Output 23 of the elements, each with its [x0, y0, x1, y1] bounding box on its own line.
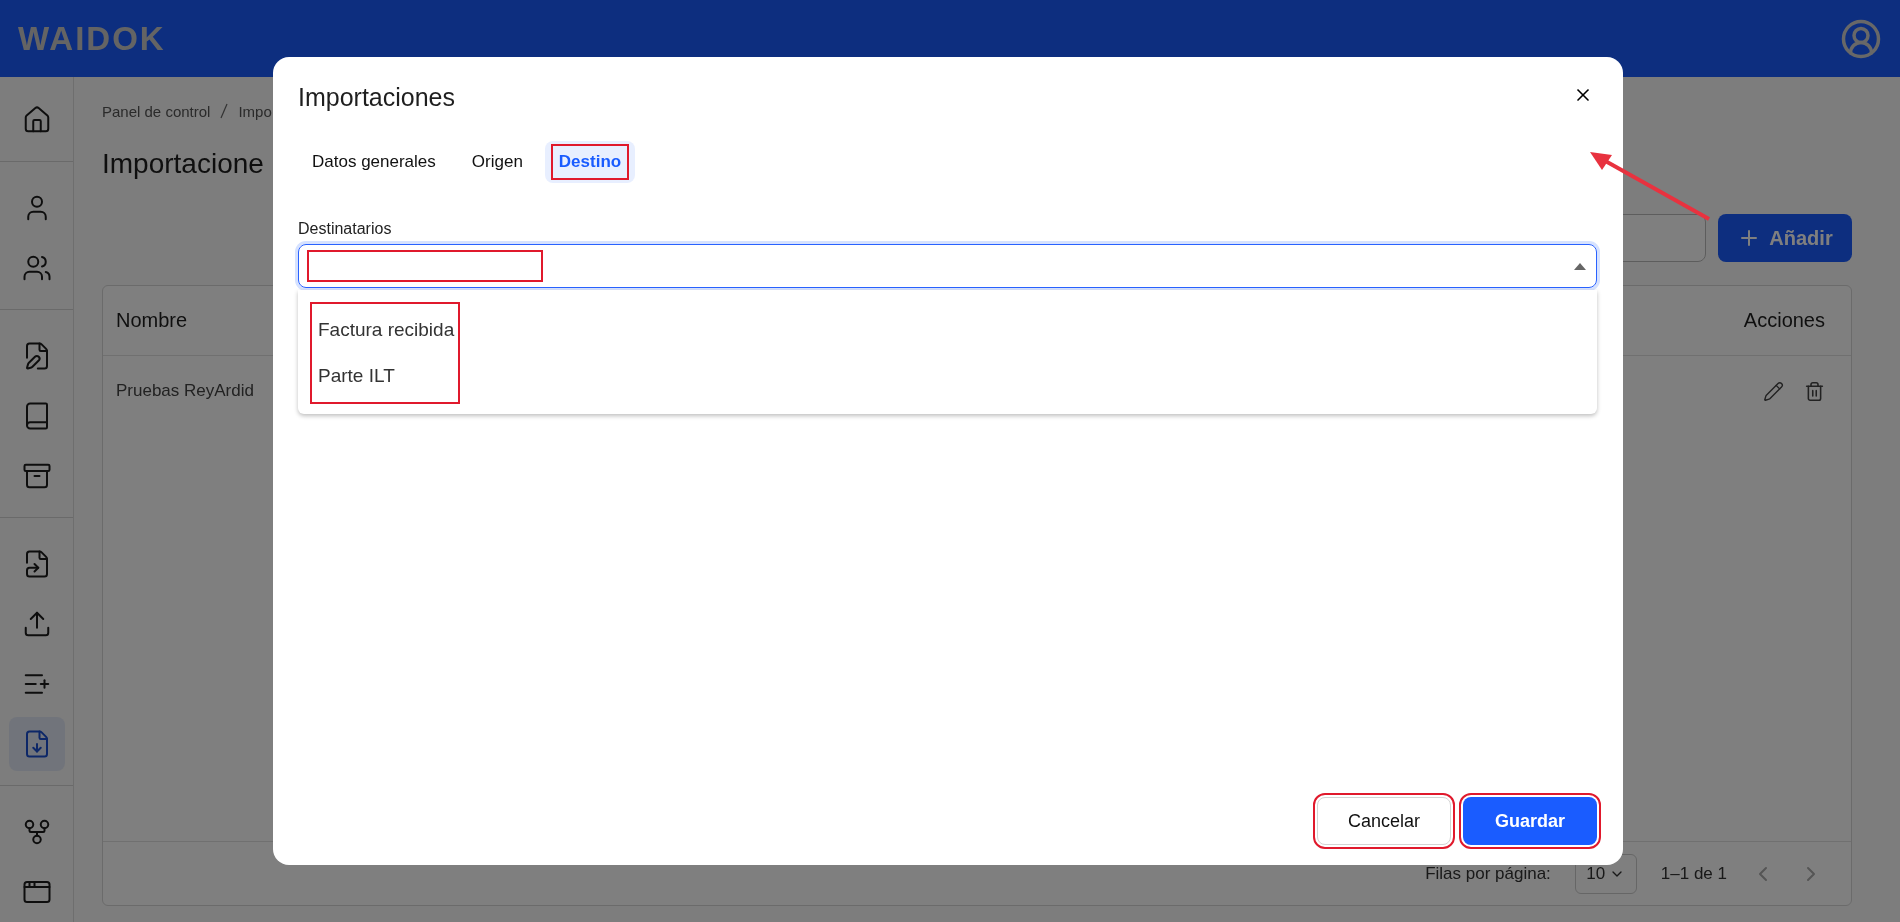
slash-icon: [220, 103, 229, 119]
column-header: Acciones: [1743, 309, 1825, 332]
tab[interactable]: Origen: [457, 141, 537, 183]
field-label: Destinatarios: [298, 220, 393, 238]
rows-per-page-label: Filas por página:: [1425, 863, 1551, 884]
logo: WAIDOK: [18, 19, 166, 58]
dropdown-option[interactable]: Parte ILT: [318, 354, 455, 398]
page-title: Importacione: [102, 148, 264, 180]
column-header: Nombre: [116, 309, 188, 332]
recipients-field[interactable]: [298, 244, 1597, 288]
tab[interactable]: Destino: [544, 141, 636, 183]
trash-icon[interactable]: [1804, 380, 1825, 402]
users-icon: [21, 253, 52, 283]
edit-icon[interactable]: [1763, 380, 1784, 402]
dialog-title: Importaciones: [298, 83, 456, 112]
pagination-range: 1–1 de 1: [1660, 863, 1727, 884]
archive-icon: [21, 461, 52, 491]
breadcrumb-current: Impo: [238, 103, 272, 120]
tab[interactable]: Datos generales: [298, 141, 450, 183]
dropdown-option[interactable]: Factura recibida: [318, 308, 455, 352]
sidebar-item[interactable]: [8, 717, 65, 771]
table-cell: Pruebas ReyArdid: [116, 381, 254, 401]
breadcrumb-link[interactable]: Panel de control: [102, 103, 211, 120]
